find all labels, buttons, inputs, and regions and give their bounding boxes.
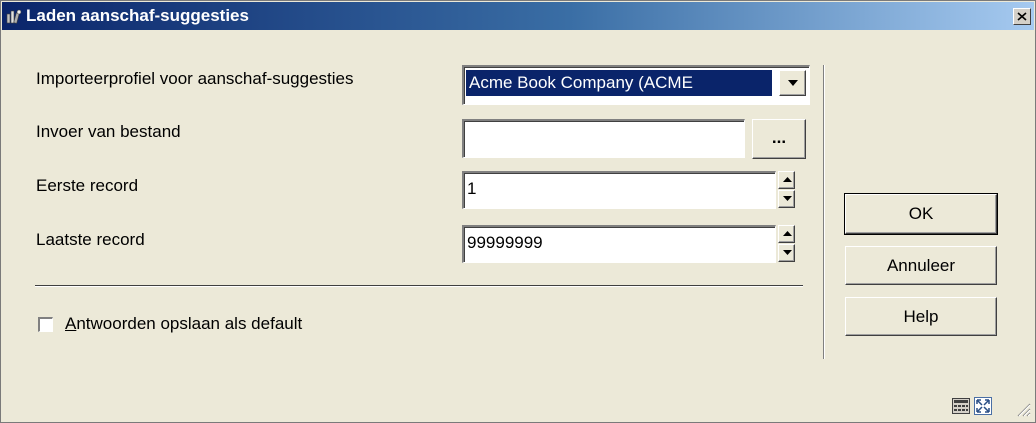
title-bar[interactable]: Laden aanschaf-suggesties xyxy=(2,2,1034,30)
save-default-checkbox[interactable] xyxy=(38,317,53,332)
arrow-up-icon xyxy=(783,177,792,182)
cancel-button[interactable]: Annuleer xyxy=(845,246,997,285)
help-button[interactable]: Help xyxy=(845,297,997,336)
first-record-label: Eerste record xyxy=(36,176,139,195)
last-record-spin-down[interactable] xyxy=(778,244,795,262)
dialog-window: Laden aanschaf-suggesties Importeerprofi… xyxy=(0,0,1036,423)
first-record-value: 1 xyxy=(467,179,477,198)
arrow-down-icon xyxy=(783,250,792,255)
last-record-input[interactable]: 99999999 xyxy=(462,225,776,263)
arrow-up-icon xyxy=(783,231,792,236)
calculator-icon[interactable] xyxy=(952,398,970,414)
first-record-spin-up[interactable] xyxy=(778,171,795,189)
save-default-label[interactable]: Antwoorden opslaan als default xyxy=(65,314,302,334)
chevron-down-icon xyxy=(788,80,798,86)
first-record-input[interactable]: 1 xyxy=(462,171,776,209)
resize-grip-icon[interactable] xyxy=(1013,399,1031,417)
last-record-label: Laatste record xyxy=(36,230,145,249)
ok-button[interactable]: OK xyxy=(844,193,998,235)
vertical-divider xyxy=(823,65,825,359)
help-button-label: Help xyxy=(903,307,939,326)
profile-select-value: Acme Book Company (ACME xyxy=(466,70,772,96)
window-title: Laden aanschaf-suggesties xyxy=(26,6,249,25)
profile-dropdown-button[interactable] xyxy=(779,70,806,96)
last-record-value: 99999999 xyxy=(467,233,543,252)
file-label: Invoer van bestand xyxy=(36,122,181,141)
expand-icon[interactable] xyxy=(974,397,992,415)
first-record-spin-down[interactable] xyxy=(778,190,795,208)
file-input[interactable] xyxy=(462,119,745,158)
last-record-spin-up[interactable] xyxy=(778,225,795,243)
browse-button-label: ... xyxy=(771,128,787,147)
books-icon xyxy=(6,8,22,24)
browse-button[interactable]: ... xyxy=(752,119,806,159)
close-button[interactable] xyxy=(1013,8,1031,25)
profile-select[interactable]: Acme Book Company (ACME xyxy=(462,65,810,105)
arrow-down-icon xyxy=(783,196,792,201)
ok-button-label: OK xyxy=(908,204,934,223)
close-icon xyxy=(1017,12,1027,21)
cancel-button-label: Annuleer xyxy=(886,256,956,275)
profile-label: Importeerprofiel voor aanschaf-suggestie… xyxy=(36,69,354,88)
horizontal-divider xyxy=(35,285,803,287)
